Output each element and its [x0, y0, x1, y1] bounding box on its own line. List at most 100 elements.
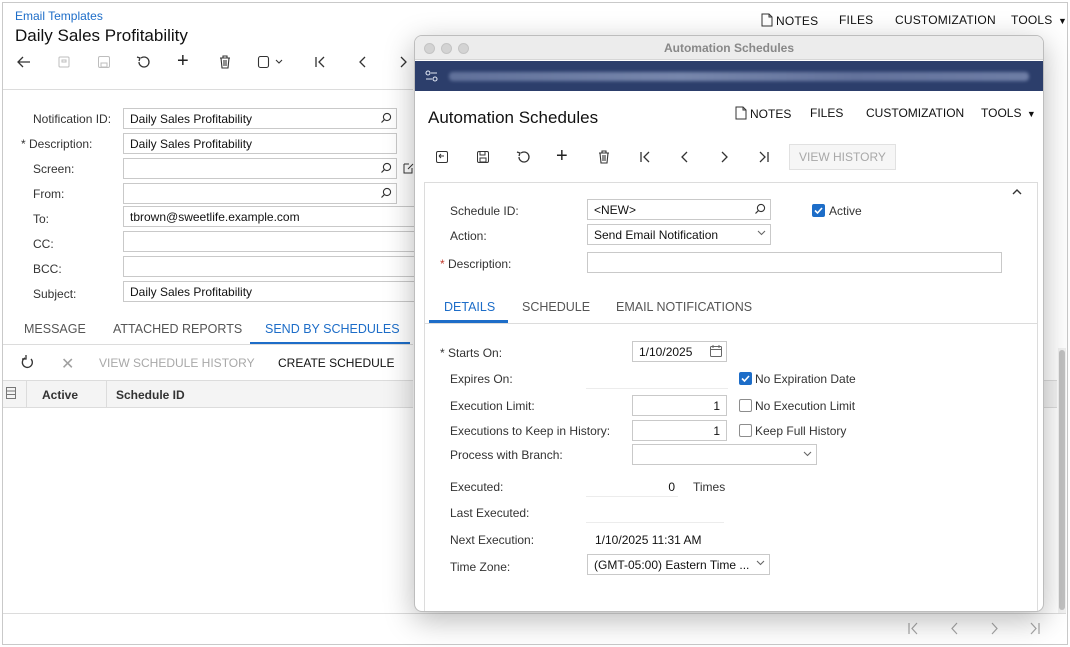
scrollbar-track[interactable] [1058, 348, 1066, 613]
column-header-active[interactable]: Active [42, 388, 78, 402]
save-icon[interactable] [97, 55, 111, 69]
pager-last-icon[interactable] [1029, 622, 1041, 635]
modal-notes-button[interactable]: NOTES [735, 106, 791, 121]
time-zone-value: (GMT-05:00) Eastern Time ... [594, 558, 750, 572]
modal-previous-record-icon[interactable] [680, 150, 690, 164]
cancel-icon[interactable] [136, 55, 151, 69]
divider [3, 344, 413, 345]
cc-input[interactable] [123, 231, 423, 252]
chevron-down-icon [754, 560, 765, 566]
column-config-icon[interactable] [6, 387, 16, 399]
no-expiration-checkbox[interactable] [739, 372, 752, 385]
modal-first-record-icon[interactable] [639, 150, 651, 164]
previous-record-icon[interactable] [358, 55, 368, 69]
tab-attached-reports[interactable]: ATTACHED REPORTS [113, 322, 242, 336]
no-execution-limit-label: No Execution Limit [755, 399, 856, 413]
customization-button[interactable]: CUSTOMIZATION [895, 13, 996, 27]
notification-id-input[interactable]: Daily Sales Profitability [123, 108, 397, 129]
executions-keep-input[interactable]: 1 [632, 420, 727, 441]
edit-icon[interactable] [403, 162, 414, 174]
from-input[interactable] [123, 183, 397, 204]
modal-files-button[interactable]: FILES [810, 106, 843, 120]
delete-icon[interactable] [219, 55, 231, 69]
search-icon[interactable] [380, 187, 392, 199]
refresh-icon[interactable] [21, 355, 34, 369]
view-schedule-history-button[interactable]: VIEW SCHEDULE HISTORY [99, 356, 255, 370]
modal-undo-changes-icon[interactable] [435, 150, 449, 164]
modal-last-record-icon[interactable] [758, 150, 770, 164]
tab-send-by-schedules[interactable]: SEND BY SCHEDULES [265, 322, 400, 336]
description-label: * Description: [21, 137, 93, 151]
back-arrow-icon[interactable] [17, 56, 31, 68]
modal-cancel-icon[interactable] [516, 150, 531, 164]
url-bar[interactable] [415, 61, 1043, 91]
notification-id-label: Notification ID: [33, 112, 112, 126]
calendar-icon[interactable] [710, 345, 722, 357]
to-input[interactable]: tbrown@sweetlife.example.com [123, 206, 423, 227]
modal-form-panel [424, 182, 1038, 611]
starts-on-input[interactable]: 1/10/2025 [632, 341, 727, 362]
tools-button[interactable]: TOOLS ▼ [1011, 13, 1067, 27]
close-icon[interactable]: ✕ [61, 354, 74, 374]
view-history-button[interactable]: VIEW HISTORY [789, 144, 896, 170]
active-checkbox[interactable] [812, 204, 825, 217]
modal-next-record-icon[interactable] [719, 150, 729, 164]
subject-input[interactable]: Daily Sales Profitability [123, 281, 423, 302]
search-icon[interactable] [380, 112, 392, 124]
pager-previous-icon[interactable] [950, 622, 959, 635]
tab-message[interactable]: MESSAGE [24, 322, 86, 336]
notes-button[interactable]: NOTES [761, 13, 818, 28]
modal-description-label: * Description: [440, 257, 512, 271]
blurred-url [449, 72, 1029, 81]
action-label: Action: [450, 229, 487, 243]
to-label: To: [33, 212, 50, 226]
add-icon[interactable]: + [177, 51, 189, 71]
create-schedule-button[interactable]: CREATE SCHEDULE [278, 356, 394, 370]
chevron-down-icon [803, 451, 812, 457]
window-title-bar[interactable]: Automation Schedules [415, 36, 1043, 60]
breadcrumb[interactable]: Email Templates [15, 9, 103, 23]
column-header-schedule-id[interactable]: Schedule ID [116, 388, 185, 402]
screen-input[interactable] [123, 158, 397, 179]
files-button[interactable]: FILES [839, 13, 873, 27]
tools-label: TOOLS [1011, 13, 1053, 27]
undo-changes-icon[interactable] [57, 55, 71, 69]
next-record-icon[interactable] [398, 55, 408, 69]
modal-customization-button[interactable]: CUSTOMIZATION [866, 106, 964, 120]
schedule-id-input[interactable]: <NEW> [587, 199, 771, 220]
bcc-input[interactable] [123, 256, 423, 277]
no-execution-limit-checkbox[interactable] [739, 399, 752, 412]
action-select[interactable]: Send Email Notification [587, 224, 771, 245]
modal-save-icon[interactable] [476, 150, 490, 164]
modal-tools-button[interactable]: TOOLS ▼ [981, 106, 1036, 120]
keep-full-history-checkbox[interactable] [739, 424, 752, 437]
modal-tab-details[interactable]: DETAILS [444, 300, 495, 314]
notes-label: NOTES [776, 14, 819, 28]
first-record-icon[interactable] [314, 55, 326, 69]
executed-label: Executed: [450, 480, 504, 494]
starts-on-value: 1/10/2025 [639, 345, 693, 359]
process-branch-label: Process with Branch: [450, 448, 563, 462]
pager-next-icon[interactable] [990, 622, 999, 635]
modal-delete-icon[interactable] [598, 150, 610, 164]
modal-tab-email-notifications[interactable]: EMAIL NOTIFICATIONS [616, 300, 752, 314]
process-branch-select[interactable] [632, 444, 817, 465]
time-zone-select[interactable]: (GMT-05:00) Eastern Time ... [587, 554, 770, 575]
scrollbar-thumb[interactable] [1059, 350, 1065, 610]
collapse-icon[interactable] [1012, 188, 1022, 196]
search-icon[interactable] [754, 203, 766, 215]
chevron-down-icon [757, 230, 766, 236]
next-execution-label: Next Execution: [450, 533, 535, 547]
modal-tab-schedule[interactable]: SCHEDULE [522, 300, 590, 314]
modal-description-input[interactable] [587, 252, 1002, 273]
description-input[interactable]: Daily Sales Profitability [123, 133, 397, 154]
search-icon[interactable] [380, 162, 392, 174]
copy-paste-icon[interactable] [257, 55, 285, 69]
site-settings-icon[interactable] [425, 70, 438, 82]
modal-page-title: Automation Schedules [428, 108, 599, 127]
action-value: Send Email Notification [594, 228, 719, 242]
modal-add-icon[interactable]: + [556, 146, 568, 166]
execution-limit-input[interactable]: 1 [632, 395, 727, 416]
notification-id-value: Daily Sales Profitability [130, 112, 253, 126]
pager-first-icon[interactable] [907, 622, 919, 635]
